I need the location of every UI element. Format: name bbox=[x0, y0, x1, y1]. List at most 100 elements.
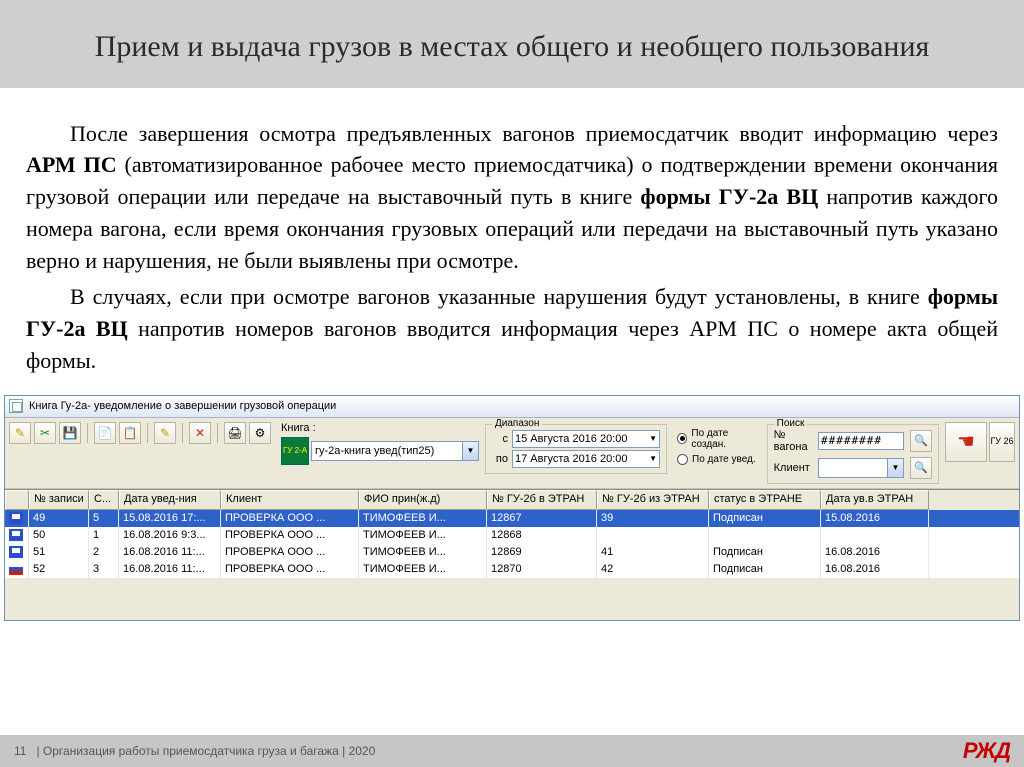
col-s[interactable]: С... bbox=[89, 490, 119, 510]
col-icon[interactable] bbox=[5, 490, 29, 510]
gu26-button[interactable]: ГУ 26 bbox=[989, 422, 1015, 462]
disk-icon bbox=[9, 512, 23, 524]
text: В случаях, если при осмотре вагонов указ… bbox=[70, 284, 928, 309]
from-label: с bbox=[492, 433, 508, 445]
refresh-button[interactable]: ✎ bbox=[9, 422, 31, 444]
table-row[interactable]: 52316.08.2016 11:...ПРОВЕРКА ООО ...ТИМО… bbox=[5, 561, 1019, 578]
grid-footer-area bbox=[5, 578, 1019, 620]
cell-s: 1 bbox=[89, 527, 119, 544]
book-combo-value: гу-2а-книга увед(тип25) bbox=[315, 445, 434, 457]
radio-label: По дате увед. bbox=[692, 454, 756, 465]
date-from-value: 15 Августа 2016 20:00 bbox=[515, 433, 628, 445]
grid-header: № записи С... Дата увед-ния Клиент ФИО п… bbox=[5, 490, 1019, 510]
radio-by-create-date[interactable]: По дате создан. bbox=[677, 428, 761, 450]
separator bbox=[87, 423, 88, 443]
footer-text: | Организация работы приемосдатчика груз… bbox=[36, 744, 375, 758]
bold-text: АРМ ПС bbox=[26, 152, 117, 177]
book-label: Книга : bbox=[281, 422, 479, 434]
save-button[interactable]: 💾 bbox=[59, 422, 81, 444]
cell-date2: 16.08.2016 bbox=[821, 561, 929, 578]
cell-num: 51 bbox=[29, 544, 89, 561]
book-selector-block: Книга : ГУ 2-А гу-2а-книга увед(тип25) ▼ bbox=[281, 422, 479, 465]
cell-gu-out: 42 bbox=[597, 561, 709, 578]
client-search-button[interactable]: 🔍 bbox=[910, 457, 932, 479]
cell-client: ПРОВЕРКА ООО ... bbox=[221, 544, 359, 561]
search-legend: Поиск bbox=[774, 418, 808, 429]
col-gu-out[interactable]: № ГУ-2б из ЭТРАН bbox=[597, 490, 709, 510]
app-window: Книга Гу-2а- уведомление о завершении гр… bbox=[4, 395, 1020, 621]
edit-button[interactable]: ✎ bbox=[154, 422, 176, 444]
slide-title: Прием и выдача грузов в местах общего и … bbox=[40, 28, 984, 66]
date-from-input[interactable]: 15 Августа 2016 20:00 ▼ bbox=[512, 430, 660, 448]
settings-button[interactable]: ⚙ bbox=[249, 422, 271, 444]
add-button[interactable]: 📄 bbox=[94, 422, 116, 444]
col-status[interactable]: статус в ЭТРАНЕ bbox=[709, 490, 821, 510]
list-button[interactable]: 📋 bbox=[119, 422, 141, 444]
col-date2[interactable]: Дата ув.в ЭТРАН bbox=[821, 490, 929, 510]
hand-action-button[interactable]: ☚ bbox=[945, 422, 987, 462]
cell-s: 2 bbox=[89, 544, 119, 561]
print-button[interactable]: 🖨 bbox=[224, 422, 246, 444]
table-row[interactable]: 51216.08.2016 11:...ПРОВЕРКА ООО ...ТИМО… bbox=[5, 544, 1019, 561]
cell-status: Подписан bbox=[709, 561, 821, 578]
window-titlebar[interactable]: Книга Гу-2а- уведомление о завершении гр… bbox=[5, 396, 1019, 418]
cell-gu-in: 12870 bbox=[487, 561, 597, 578]
book-combo[interactable]: гу-2а-книга увед(тип25) ▼ bbox=[311, 441, 479, 461]
cell-date: 15.08.2016 17:... bbox=[119, 510, 221, 527]
cell-num: 49 bbox=[29, 510, 89, 527]
table-row[interactable]: 49515.08.2016 17:...ПРОВЕРКА ООО ...ТИМО… bbox=[5, 510, 1019, 527]
wagon-number-input[interactable]: ######## bbox=[818, 432, 904, 450]
rzd-logo: РЖД bbox=[963, 738, 1010, 764]
cell-gu-in: 12869 bbox=[487, 544, 597, 561]
to-label: по bbox=[492, 453, 508, 465]
book-icon bbox=[9, 399, 23, 413]
date-to-input[interactable]: 17 Августа 2016 20:00 ▼ bbox=[512, 450, 660, 468]
data-grid: № записи С... Дата увед-ния Клиент ФИО п… bbox=[5, 489, 1019, 578]
cell-client: ПРОВЕРКА ООО ... bbox=[221, 510, 359, 527]
client-combo[interactable]: ▼ bbox=[818, 458, 904, 478]
wagon-value: ######## bbox=[821, 434, 882, 447]
wagon-search-button[interactable]: 🔍 bbox=[910, 430, 932, 452]
separator bbox=[217, 423, 218, 443]
cell-status: Подписан bbox=[709, 544, 821, 561]
iconbar: ✎ ✂ 💾 📄 📋 ✎ ✕ 🖨 ⚙ bbox=[9, 422, 271, 444]
cell-gu-out: 39 bbox=[597, 510, 709, 527]
bold-text: формы ГУ-2а ВЦ bbox=[640, 184, 818, 209]
table-row[interactable]: 50116.08.2016 9:3...ПРОВЕРКА ООО ...ТИМО… bbox=[5, 527, 1019, 544]
col-notify-date[interactable]: Дата увед-ния bbox=[119, 490, 221, 510]
dropdown-arrow-icon: ▼ bbox=[462, 442, 478, 460]
dropdown-arrow-icon: ▼ bbox=[649, 454, 657, 463]
cell-fio: ТИМОФЕЕВ И... bbox=[359, 527, 487, 544]
radio-by-notify-date[interactable]: По дате увед. bbox=[677, 454, 761, 465]
col-fio[interactable]: ФИО прин(ж.д) bbox=[359, 490, 487, 510]
dropdown-arrow-icon: ▼ bbox=[649, 434, 657, 443]
scissors-button[interactable]: ✂ bbox=[34, 422, 56, 444]
cell-s: 5 bbox=[89, 510, 119, 527]
cell-fio: ТИМОФЕЕВ И... bbox=[359, 544, 487, 561]
cell-s: 3 bbox=[89, 561, 119, 578]
paragraph-1: После завершения осмотра предъявленных в… bbox=[26, 118, 998, 277]
col-client[interactable]: Клиент bbox=[221, 490, 359, 510]
grid-body: 49515.08.2016 17:...ПРОВЕРКА ООО ...ТИМО… bbox=[5, 510, 1019, 578]
paragraph-2: В случаях, если при осмотре вагонов указ… bbox=[26, 281, 998, 377]
radio-icon bbox=[677, 454, 688, 465]
cell-fio: ТИМОФЕЕВ И... bbox=[359, 510, 487, 527]
text: напротив номеров вагонов вводится информ… bbox=[26, 316, 998, 373]
radio-icon bbox=[677, 433, 687, 444]
cell-fio: ТИМОФЕЕВ И... bbox=[359, 561, 487, 578]
cell-client: ПРОВЕРКА ООО ... bbox=[221, 527, 359, 544]
cell-date2: 15.08.2016 bbox=[821, 510, 929, 527]
page-number: 11 bbox=[14, 744, 26, 758]
col-record-num[interactable]: № записи bbox=[29, 490, 89, 510]
toolbar: ✎ ✂ 💾 📄 📋 ✎ ✕ 🖨 ⚙ Книга : ГУ 2-А bbox=[5, 418, 1019, 489]
radio-block: По дате создан. По дате увед. bbox=[677, 428, 761, 465]
slide-footer: 11 | Организация работы приемосдатчика г… bbox=[0, 735, 1024, 767]
cell-num: 52 bbox=[29, 561, 89, 578]
disk-icon bbox=[9, 529, 23, 541]
delete-button[interactable]: ✕ bbox=[189, 422, 211, 444]
col-gu-in[interactable]: № ГУ-2б в ЭТРАН bbox=[487, 490, 597, 510]
slide-header: Прием и выдача грузов в местах общего и … bbox=[0, 0, 1024, 88]
separator bbox=[182, 423, 183, 443]
cell-gu-out: 41 bbox=[597, 544, 709, 561]
cell-gu-out bbox=[597, 527, 709, 544]
